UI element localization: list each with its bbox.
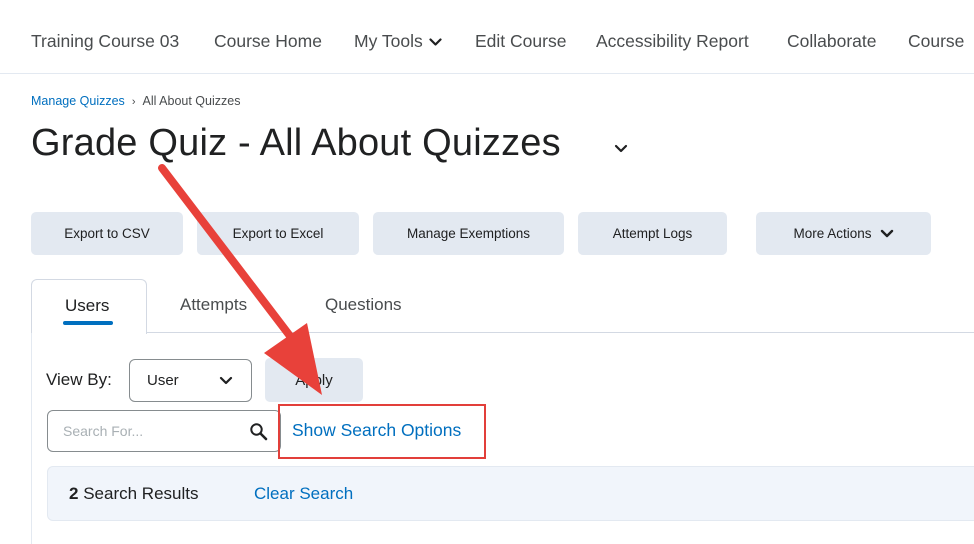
nav-my-tools[interactable]: My Tools — [354, 31, 442, 52]
results-label: Search Results — [83, 484, 199, 503]
nav-course-overflow[interactable]: Course — [908, 31, 964, 52]
chevron-down-icon — [880, 229, 893, 237]
tab-panel-border — [31, 333, 32, 544]
view-by-value: User — [147, 372, 179, 389]
chevron-down-icon — [219, 376, 233, 385]
tab-users-label: Users — [65, 296, 110, 315]
chevron-down-icon[interactable] — [614, 144, 628, 154]
search-input[interactable] — [49, 412, 239, 450]
export-csv-button[interactable]: Export to CSV — [31, 212, 183, 255]
nav-edit-course[interactable]: Edit Course — [475, 31, 566, 52]
course-navbar: Training Course 03 Course Home My Tools … — [0, 8, 974, 74]
search-icon[interactable] — [249, 422, 269, 442]
attempt-logs-button[interactable]: Attempt Logs — [578, 212, 727, 255]
page-title: Grade Quiz - All About Quizzes — [31, 122, 561, 164]
manage-exemptions-button[interactable]: Manage Exemptions — [373, 212, 564, 255]
chevron-down-icon — [429, 38, 442, 46]
breadcrumb-current: All About Quizzes — [142, 94, 241, 108]
more-actions-label: More Actions — [793, 226, 872, 241]
clear-search-link[interactable]: Clear Search — [254, 484, 353, 504]
breadcrumb-separator-icon: › — [131, 96, 136, 108]
tab-active-indicator — [63, 321, 113, 325]
tabs-divider — [146, 332, 974, 333]
tab-questions[interactable]: Questions — [325, 295, 402, 315]
more-actions-button[interactable]: More Actions — [756, 212, 931, 255]
search-box — [47, 410, 281, 452]
view-by-label: View By: — [46, 370, 112, 389]
apply-button[interactable]: Apply — [265, 358, 363, 402]
highlight-box-annotation — [278, 404, 486, 459]
nav-collaborate[interactable]: Collaborate — [787, 31, 877, 52]
breadcrumb: Manage Quizzes › All About Quizzes — [31, 94, 240, 108]
search-results-count: 2 Search Results — [69, 484, 198, 504]
nav-my-tools-label: My Tools — [354, 31, 423, 51]
tab-attempts[interactable]: Attempts — [180, 295, 247, 315]
nav-course-title[interactable]: Training Course 03 — [31, 31, 179, 52]
export-excel-button[interactable]: Export to Excel — [197, 212, 359, 255]
breadcrumb-manage-quizzes[interactable]: Manage Quizzes — [31, 94, 125, 108]
tab-users[interactable]: Users — [31, 279, 147, 334]
nav-course-home[interactable]: Course Home — [214, 31, 322, 52]
nav-accessibility-report[interactable]: Accessibility Report — [596, 31, 749, 52]
view-by-select[interactable]: User — [129, 359, 252, 402]
red-arrow-annotation — [158, 164, 322, 395]
results-number: 2 — [69, 484, 79, 503]
search-results-bar: 2 Search Results Clear Search — [47, 466, 974, 521]
